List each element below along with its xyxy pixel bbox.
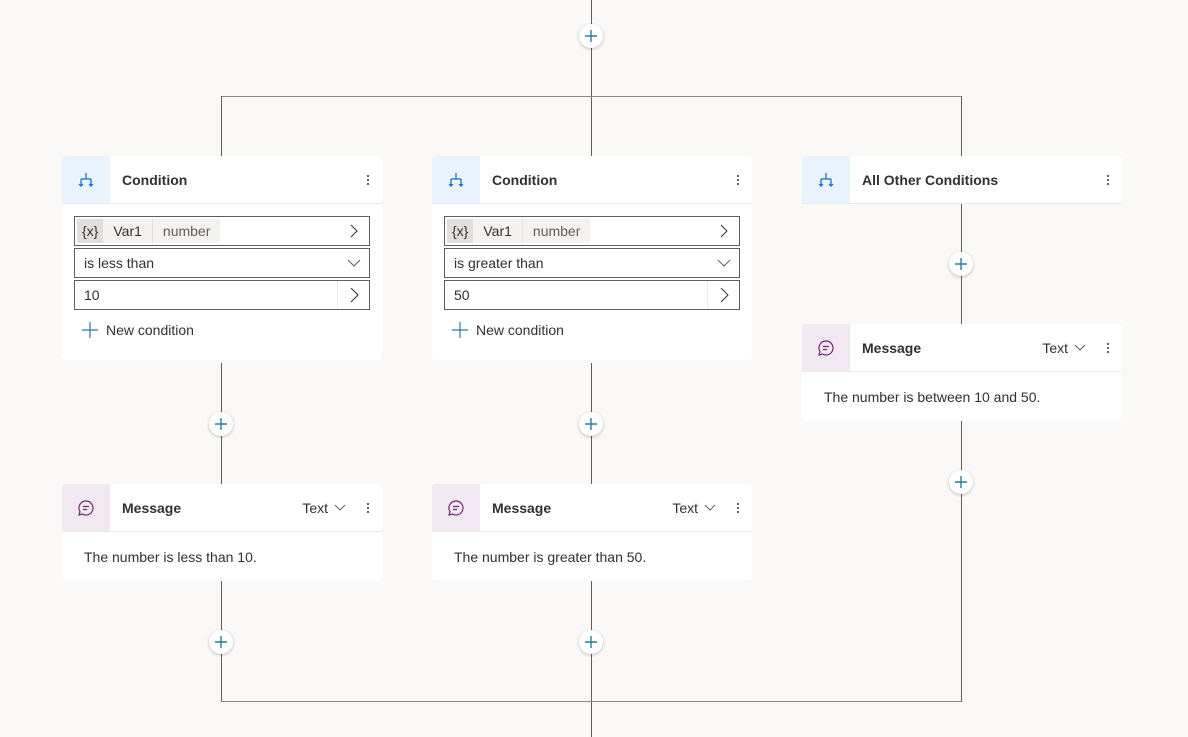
chevron-right-icon[interactable] <box>707 281 739 309</box>
plus-icon <box>215 636 227 648</box>
message-card[interactable]: Message Text The number is greater than … <box>432 484 752 581</box>
connector-right-bottom <box>961 421 962 702</box>
connector-branch-top <box>221 96 962 97</box>
connector-right-top <box>961 96 962 156</box>
chat-bubble-icon <box>62 484 110 531</box>
message-type-dropdown[interactable]: Text <box>1042 340 1086 356</box>
all-other-conditions-card[interactable]: All Other Conditions <box>802 156 1122 204</box>
message-type-dropdown[interactable]: Text <box>302 500 346 516</box>
condition-card[interactable]: Condition {x} Var1 number is less than 1… <box>62 156 382 360</box>
more-options-icon[interactable] <box>1098 342 1118 353</box>
condition-card-header[interactable]: Condition <box>432 156 752 204</box>
message-card[interactable]: Message Text The number is between 10 an… <box>802 324 1122 421</box>
add-node-button-center-2[interactable] <box>579 630 603 654</box>
plus-icon <box>82 322 98 338</box>
card-title: Condition <box>122 171 188 188</box>
variable-chip[interactable]: {x} Var1 number <box>77 219 221 243</box>
more-options-icon[interactable] <box>1098 174 1118 185</box>
message-text[interactable]: The number is less than 10. <box>62 532 382 581</box>
add-node-button-top[interactable] <box>579 24 603 48</box>
message-card-header[interactable]: Message Text <box>62 484 382 532</box>
variable-symbol: {x} <box>447 219 474 243</box>
condition-card-header[interactable]: All Other Conditions <box>802 156 1122 204</box>
message-type-dropdown[interactable]: Text <box>672 500 716 516</box>
add-node-button-left-1[interactable] <box>209 412 233 436</box>
card-title: Message <box>492 499 552 516</box>
variable-chip[interactable]: {x} Var1 number <box>447 219 591 243</box>
message-card-header[interactable]: Message Text <box>432 484 752 532</box>
message-card[interactable]: Message Text The number is less than 10. <box>62 484 382 581</box>
add-node-button-right-2[interactable] <box>949 470 973 494</box>
condition-card-header[interactable]: Condition <box>62 156 382 204</box>
variable-field[interactable]: {x} Var1 number <box>444 216 740 246</box>
plus-icon <box>585 418 597 430</box>
add-node-button-right-1[interactable] <box>949 252 973 276</box>
plus-icon <box>585 30 597 42</box>
variable-field[interactable]: {x} Var1 number <box>74 216 370 246</box>
new-condition-button[interactable]: New condition <box>444 322 740 338</box>
chevron-right-icon[interactable] <box>708 217 739 245</box>
card-title: Message <box>122 499 182 516</box>
new-condition-label: New condition <box>476 322 564 338</box>
message-text[interactable]: The number is between 10 and 50. <box>802 372 1122 421</box>
card-title: Message <box>862 339 922 356</box>
value-text: 10 <box>84 287 100 303</box>
value-text: 50 <box>454 287 470 303</box>
branch-icon <box>62 156 110 203</box>
condition-card[interactable]: Condition {x} Var1 number is greater tha… <box>432 156 752 360</box>
message-type-label: Text <box>672 499 698 516</box>
operator-value: is greater than <box>454 255 544 271</box>
more-options-icon[interactable] <box>728 174 748 185</box>
new-condition-button[interactable]: New condition <box>74 322 370 338</box>
operator-dropdown[interactable]: is less than <box>74 248 370 278</box>
message-type-label: Text <box>302 499 328 516</box>
variable-type: number <box>521 219 590 243</box>
operator-value: is less than <box>84 255 155 271</box>
variable-symbol: {x} <box>77 219 104 243</box>
more-options-icon[interactable] <box>358 502 378 513</box>
new-condition-label: New condition <box>106 322 194 338</box>
branch-icon <box>802 156 850 203</box>
value-input[interactable]: 10 <box>74 280 370 310</box>
card-title: All Other Conditions <box>862 171 999 188</box>
plus-icon <box>955 258 967 270</box>
plus-icon <box>585 636 597 648</box>
message-card-header[interactable]: Message Text <box>802 324 1122 372</box>
chevron-down-icon <box>1074 344 1086 351</box>
chevron-down-icon <box>334 504 346 511</box>
operator-dropdown[interactable]: is greater than <box>444 248 740 278</box>
more-options-icon[interactable] <box>728 502 748 513</box>
chevron-down-icon <box>704 504 716 511</box>
connector-center-bottom <box>591 581 592 737</box>
variable-name: Var1 <box>113 223 142 239</box>
chevron-right-icon[interactable] <box>338 217 369 245</box>
chat-bubble-icon <box>802 324 850 371</box>
card-title: Condition <box>492 171 558 188</box>
message-text[interactable]: The number is greater than 50. <box>432 532 752 581</box>
plus-icon <box>215 418 227 430</box>
add-node-button-left-2[interactable] <box>209 630 233 654</box>
message-type-label: Text <box>1042 339 1068 356</box>
add-node-button-center-1[interactable] <box>579 412 603 436</box>
chevron-down-icon[interactable] <box>338 249 369 277</box>
connector-left-top <box>221 96 222 156</box>
value-input[interactable]: 50 <box>444 280 740 310</box>
connector-branch-bottom <box>221 701 962 702</box>
variable-type: number <box>151 219 220 243</box>
plus-icon <box>452 322 468 338</box>
branch-icon <box>432 156 480 203</box>
more-options-icon[interactable] <box>358 174 378 185</box>
chevron-down-icon[interactable] <box>708 249 739 277</box>
plus-icon <box>955 476 967 488</box>
chevron-right-icon[interactable] <box>337 281 369 309</box>
chat-bubble-icon <box>432 484 480 531</box>
variable-name: Var1 <box>483 223 512 239</box>
